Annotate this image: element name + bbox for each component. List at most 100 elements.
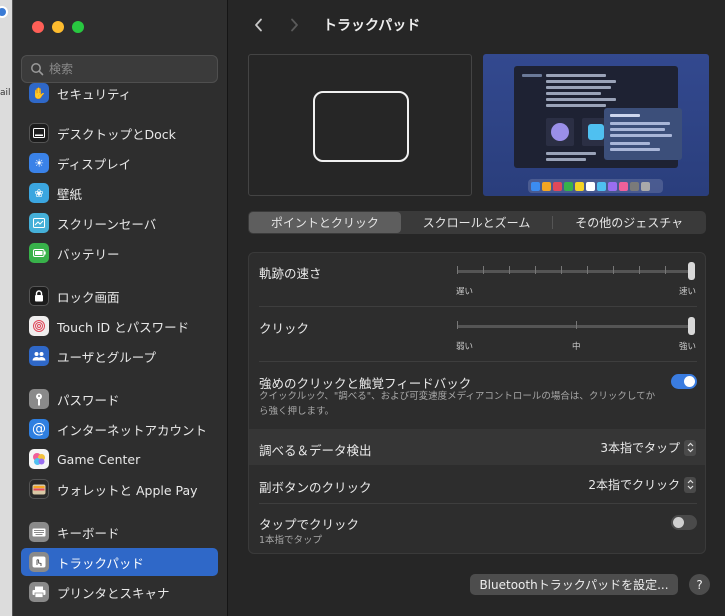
sidebar: ✋ セキュリティ デスクトップとDock ☀ ディスプレイ ❀ 壁紙 — [13, 0, 228, 616]
sidebar-item-label: デスクトップとDock — [57, 126, 176, 142]
tap-to-click-toggle[interactable] — [671, 515, 697, 530]
tracking-speed-slider[interactable] — [457, 254, 695, 284]
toolbar: トラックパッド — [229, 0, 725, 50]
keyboard-icon — [29, 522, 49, 542]
sidebar-item-printers[interactable]: プリンタとスキャナ — [21, 578, 218, 606]
sidebar-item-label: ユーザとグループ — [57, 349, 157, 365]
window-controls — [32, 21, 84, 33]
sidebar-item-label: キーボード — [57, 525, 120, 541]
sidebar-item-label: Touch ID とパスワード — [57, 319, 190, 335]
sidebar-item-lock-screen[interactable]: ロック画面 — [21, 282, 218, 310]
lookup-popup[interactable]: 3本指でタップ — [600, 439, 696, 456]
sidebar-item-label: 壁紙 — [57, 186, 83, 202]
bluetooth-trackpad-setup-button[interactable]: Bluetoothトラックパッドを設定... — [470, 574, 678, 595]
at-icon: @ — [29, 419, 49, 439]
search-icon — [31, 63, 44, 76]
lock-shield-icon: ✋ — [29, 83, 49, 103]
lock-icon — [29, 286, 49, 306]
tab-more-gestures[interactable]: その他のジェスチャ — [553, 212, 705, 233]
main-pane: トラックパッド ポイントとクリック スクロールとズーム その他のジェスチャ 軌跡… — [229, 0, 725, 616]
secondary-click-label: 副ボタンのクリック — [259, 480, 372, 495]
background-app-icon — [0, 6, 8, 18]
zoom-window-button[interactable] — [72, 21, 84, 33]
help-button[interactable]: ? — [689, 574, 710, 595]
sidebar-item-label: セキュリティ — [57, 86, 132, 102]
users-icon — [29, 346, 49, 366]
sidebar-item-wallpaper[interactable]: ❀ 壁紙 — [21, 179, 218, 207]
sidebar-item-label: スクリーンセーバ — [57, 216, 157, 232]
sidebar-item-keyboard[interactable]: キーボード — [21, 518, 218, 546]
sidebar-item-display[interactable]: ☀ ディスプレイ — [21, 149, 218, 177]
force-click-toggle[interactable] — [671, 374, 697, 389]
fingerprint-icon — [29, 316, 49, 336]
gesture-demo-preview — [483, 54, 709, 196]
sidebar-item-trackpad[interactable]: トラックパッド — [21, 548, 218, 576]
tab-point-and-click[interactable]: ポイントとクリック — [249, 212, 401, 233]
page-title: トラックパッド — [323, 18, 421, 34]
demo-lookup-popup — [604, 108, 682, 160]
tab-scroll-and-zoom[interactable]: スクロールとズーム — [401, 212, 553, 233]
sidebar-item-label: バッテリー — [57, 246, 120, 262]
minimize-window-button[interactable] — [52, 21, 64, 33]
secondary-click-popup[interactable]: 2本指でクリック — [588, 476, 696, 493]
chevron-left-icon — [254, 18, 262, 32]
screensaver-icon — [29, 213, 49, 233]
sidebar-item-battery[interactable]: バッテリー — [21, 239, 218, 267]
lookup-value: 3本指でタップ — [600, 441, 680, 455]
sidebar-item-security[interactable]: ✋ セキュリティ — [21, 79, 218, 107]
sidebar-item-label: インターネットアカウント — [57, 422, 208, 438]
sidebar-item-label: パスワード — [57, 392, 120, 408]
tracking-speed-knob[interactable] — [688, 262, 695, 280]
sidebar-item-users[interactable]: ユーザとグループ — [21, 342, 218, 370]
sidebar-item-touch-id[interactable]: Touch ID とパスワード — [21, 312, 218, 340]
lookup-label: 調べる＆データ検出 — [259, 443, 372, 458]
search-input[interactable] — [49, 62, 199, 76]
wallpaper-icon: ❀ — [29, 183, 49, 203]
sidebar-item-label: プリンタとスキャナ — [57, 585, 170, 601]
settings-window: ✋ セキュリティ デスクトップとDock ☀ ディスプレイ ❀ 壁紙 — [12, 0, 725, 616]
up-down-chevron-icon — [684, 439, 696, 456]
sidebar-item-label: トラックパッド — [57, 555, 144, 571]
forward-button[interactable] — [285, 14, 303, 36]
battery-icon — [29, 243, 49, 263]
sun-icon: ☀ — [29, 153, 49, 173]
slider-min-label: 遅い — [456, 287, 474, 297]
up-down-chevron-icon — [684, 476, 696, 493]
click-pressure-knob[interactable] — [688, 317, 695, 335]
sidebar-item-label: ウォレットと Apple Pay — [57, 482, 198, 498]
wallet-icon — [29, 479, 49, 499]
sidebar-item-label: ディスプレイ — [57, 156, 132, 172]
slider-max-label: 速い — [679, 287, 697, 297]
settings-panel: 軌跡の速さ 遅い 速い クリック 弱い 中 強い 強めのクリックと触覚フィードバ… — [248, 252, 706, 554]
trackpad-preview — [248, 54, 472, 196]
sidebar-item-wallet[interactable]: ウォレットと Apple Pay — [21, 475, 218, 503]
sidebar-item-game-center[interactable]: Game Center — [21, 445, 218, 473]
printer-icon — [29, 582, 49, 602]
tab-bar: ポイントとクリック スクロールとズーム その他のジェスチャ — [248, 211, 706, 234]
click-pressure-slider[interactable] — [457, 309, 695, 339]
game-center-icon — [29, 449, 49, 469]
back-button[interactable] — [249, 14, 267, 36]
slider-min-label: 弱い — [456, 342, 474, 352]
close-window-button[interactable] — [32, 21, 44, 33]
secondary-click-value: 2本指でクリック — [588, 478, 680, 492]
slider-max-label: 強い — [679, 342, 697, 352]
sidebar-item-screensaver[interactable]: スクリーンセーバ — [21, 209, 218, 237]
trackpad-icon — [29, 552, 49, 572]
trackpad-illustration — [313, 91, 409, 162]
demo-dock — [528, 179, 663, 193]
sidebar-item-label: ロック画面 — [57, 289, 120, 305]
sidebar-item-label: Game Center — [57, 451, 141, 467]
background-text: ail — [0, 88, 11, 98]
sidebar-item-internet-accounts[interactable]: @ インターネットアカウント — [21, 415, 218, 443]
chevron-right-icon — [290, 18, 298, 32]
force-click-description: クイックルック、"調べる"、および可変速度メディアコントロールの場合は、クリック… — [259, 391, 656, 417]
tracking-speed-label: 軌跡の速さ — [259, 266, 322, 281]
tap-to-click-sublabel: 1本指でタップ — [259, 535, 323, 546]
sidebar-item-desktop-dock[interactable]: デスクトップとDock — [21, 119, 218, 147]
key-icon — [29, 389, 49, 409]
desktop-dock-icon — [29, 123, 49, 143]
sidebar-item-passwords[interactable]: パスワード — [21, 385, 218, 413]
tap-to-click-label: タップでクリック — [259, 517, 360, 532]
click-label: クリック — [259, 321, 310, 336]
